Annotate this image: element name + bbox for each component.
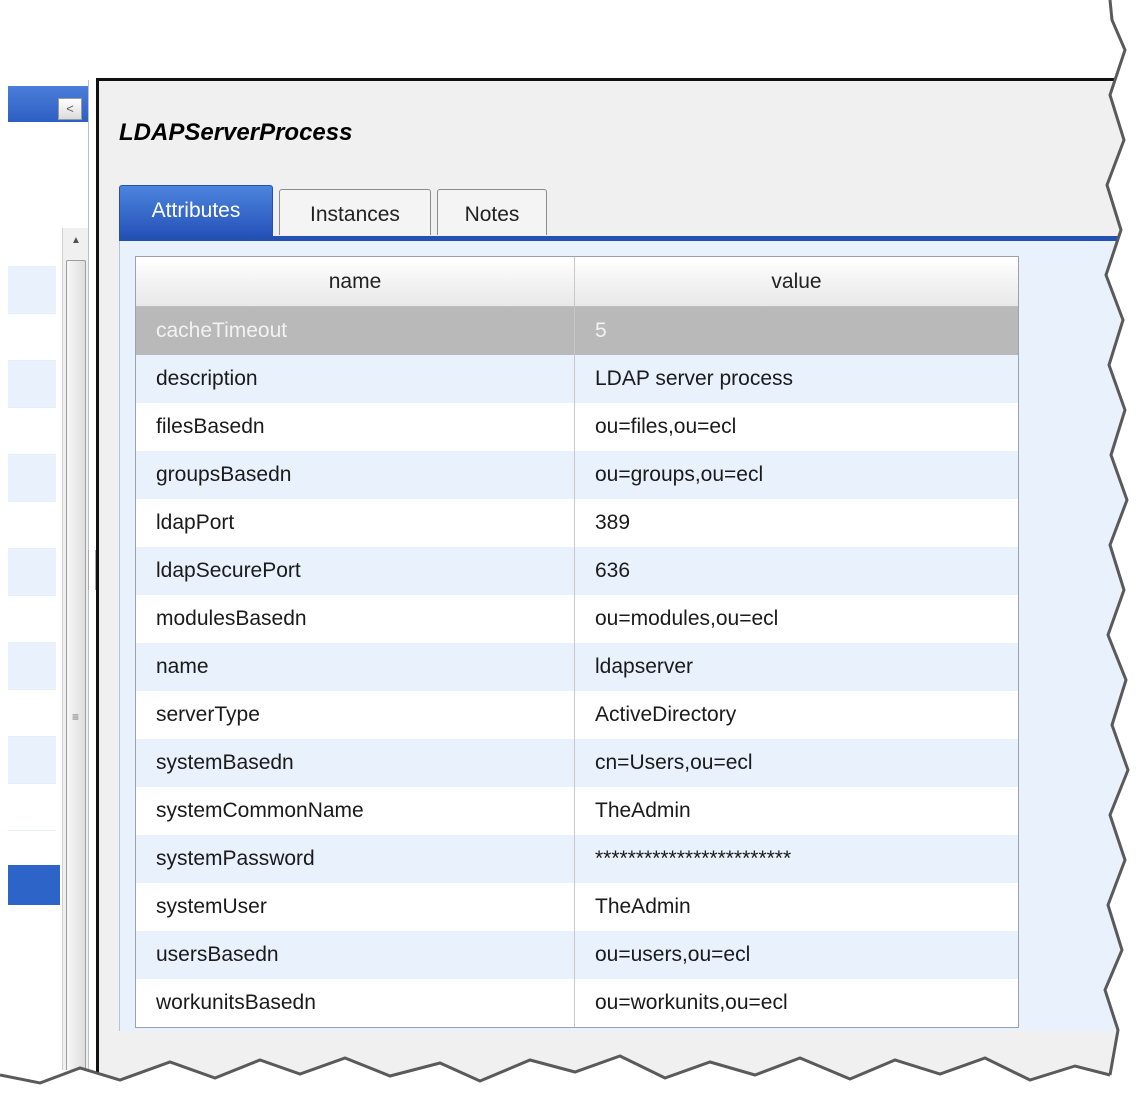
- torn-edge-frame: [0, 0, 1143, 1099]
